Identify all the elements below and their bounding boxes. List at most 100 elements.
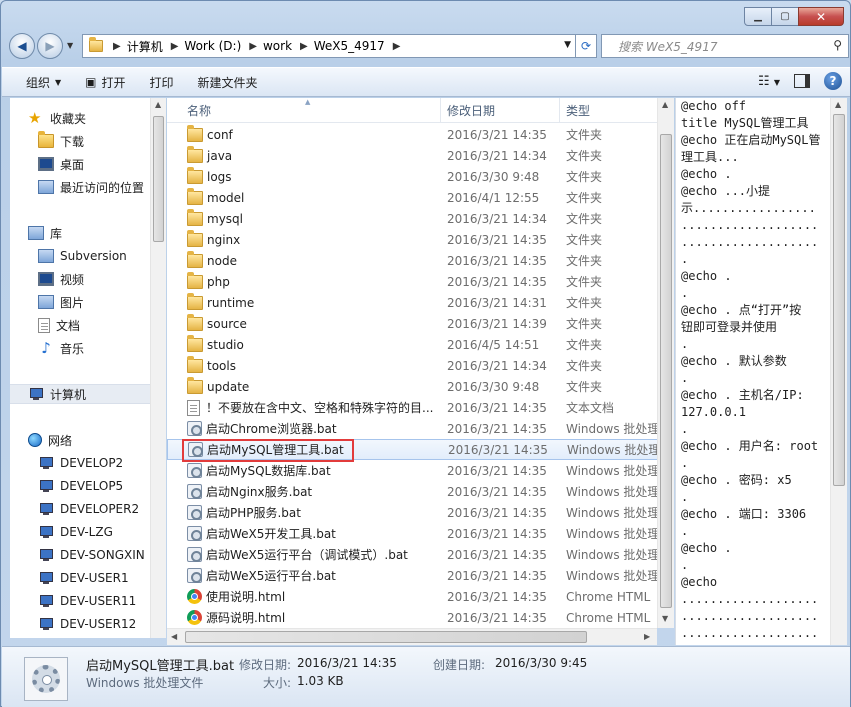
scroll-up-icon[interactable]: ▲ (662, 100, 668, 109)
preview-pane-icon[interactable] (794, 74, 810, 88)
file-row[interactable]: tools 2016/3/21 14:34 文件夹 (167, 355, 657, 376)
file-name-cell[interactable]: 启动Chrome浏览器.bat (187, 420, 337, 437)
file-name-cell[interactable]: ！不要放在含中文、空格和特殊字符的目... (187, 399, 433, 416)
file-name-cell[interactable]: 启动WeX5运行平台.bat (187, 567, 336, 584)
nav-computer[interactable]: 计算机 (10, 384, 150, 404)
nav-network-computer[interactable]: DEVELOP5 (10, 476, 123, 496)
scroll-up-icon[interactable]: ▲ (835, 100, 841, 109)
nav-music[interactable]: ♪ 音乐 (10, 338, 84, 358)
file-name-cell[interactable]: nginx (187, 229, 240, 247)
file-name-cell[interactable]: tools (187, 355, 236, 373)
file-name-cell[interactable]: node (187, 250, 237, 268)
new-folder-button[interactable]: 新建文件夹 (186, 71, 270, 93)
nav-network-computer[interactable]: DEV-USER11 (10, 591, 136, 611)
open-button[interactable]: ▣ 打开 (73, 71, 137, 93)
file-row[interactable]: 源码说明.html 2016/3/21 14:35 Chrome HTML (167, 607, 657, 628)
chevron-right-icon[interactable]: ▶ (300, 41, 308, 52)
print-button[interactable]: 打印 (138, 71, 186, 93)
nav-network-computer[interactable]: DEV-USER13 (10, 637, 136, 638)
organize-button[interactable]: 组织 ▼ (2, 71, 73, 93)
chevron-right-icon[interactable]: ▶ (171, 41, 179, 52)
file-row[interactable]: conf 2016/3/21 14:35 文件夹 (167, 124, 657, 145)
chevron-right-icon[interactable]: ▶ (393, 41, 401, 52)
file-name-cell[interactable]: 启动MySQL管理工具.bat (188, 441, 344, 458)
file-row[interactable]: 启动Nginx服务.bat 2016/3/21 14:35 Windows 批处理 (167, 481, 657, 502)
file-row[interactable]: 启动WeX5运行平台.bat 2016/3/21 14:35 Windows 批处理 (167, 565, 657, 586)
file-row[interactable]: logs 2016/3/30 9:48 文件夹 (167, 166, 657, 187)
forward-button[interactable]: ▶ (37, 33, 63, 59)
breadcrumb-wex5[interactable]: WeX5_4917 ▶ (314, 39, 401, 53)
file-row[interactable]: 使用说明.html 2016/3/21 14:35 Chrome HTML (167, 586, 657, 607)
nav-documents[interactable]: 文档 (10, 315, 80, 335)
file-name-cell[interactable]: conf (187, 124, 233, 142)
scrollbar-thumb[interactable] (833, 114, 845, 486)
nav-network-computer[interactable]: DEV-LZG (10, 522, 113, 542)
file-row[interactable]: java 2016/3/21 14:34 文件夹 (167, 145, 657, 166)
scrollbar-thumb[interactable] (660, 134, 672, 608)
column-name[interactable]: 名称 (181, 98, 441, 123)
file-name-cell[interactable]: 启动PHP服务.bat (187, 504, 301, 521)
nav-network[interactable]: 网络 (10, 430, 72, 450)
file-name-cell[interactable]: 源码说明.html (187, 609, 285, 626)
file-row[interactable]: update 2016/3/30 9:48 文件夹 (167, 376, 657, 397)
change-view-icon[interactable]: ☷ ▼ (758, 74, 780, 89)
file-row[interactable]: 启动MySQL数据库.bat 2016/3/21 14:35 Windows 批处理 (167, 460, 657, 481)
file-row[interactable]: nginx 2016/3/21 14:35 文件夹 (167, 229, 657, 250)
nav-favorites[interactable]: ★ 收藏夹 (10, 108, 86, 128)
close-button[interactable]: ✕ (798, 7, 844, 26)
nav-network-computer[interactable]: DEVELOP2 (10, 453, 123, 473)
breadcrumb-drive[interactable]: Work (D:) ▶ (184, 39, 257, 53)
file-row[interactable]: 启动WeX5运行平台（调试模式）.bat 2016/3/21 14:35 Windo… (167, 544, 657, 565)
file-row[interactable]: 启动Chrome浏览器.bat 2016/3/21 14:35 Windows 批处… (167, 418, 657, 439)
breadcrumb-computer[interactable]: 计算机 ▶ (127, 38, 179, 55)
file-name-cell[interactable]: 启动Nginx服务.bat (187, 483, 312, 500)
file-row[interactable]: source 2016/3/21 14:39 文件夹 (167, 313, 657, 334)
scroll-right-icon[interactable]: ▶ (644, 632, 650, 641)
recent-pages-dropdown[interactable]: ▼ (67, 41, 73, 50)
nav-subversion[interactable]: Subversion (10, 246, 127, 266)
file-list-hscrollbar[interactable]: ◀ ▶ (167, 628, 657, 645)
column-date[interactable]: 修改日期 (441, 98, 560, 123)
address-chevron[interactable]: ▶ (113, 41, 121, 52)
search-box[interactable]: 搜索 WeX5_4917 ⚲ (601, 34, 849, 58)
file-name-cell[interactable]: runtime (187, 292, 254, 310)
nav-network-computer[interactable]: DEV-USER1 (10, 568, 129, 588)
file-name-cell[interactable]: source (187, 313, 247, 331)
minimize-button[interactable]: ▁ (744, 7, 772, 26)
file-name-cell[interactable]: 使用说明.html (187, 588, 285, 605)
file-row[interactable]: model 2016/4/1 12:55 文件夹 (167, 187, 657, 208)
nav-downloads[interactable]: 下载 (10, 131, 84, 151)
preview-scrollbar[interactable]: ▲ (830, 98, 847, 645)
file-row[interactable]: 启动MySQL管理工具.bat 2016/3/21 14:35 Windows 批处… (167, 439, 657, 460)
scroll-down-icon[interactable]: ▼ (662, 614, 668, 623)
file-name-cell[interactable]: studio (187, 334, 244, 352)
file-name-cell[interactable]: 启动WeX5运行平台（调试模式）.bat (187, 546, 408, 563)
file-name-cell[interactable]: 启动WeX5开发工具.bat (187, 525, 336, 542)
breadcrumb-work[interactable]: work ▶ (263, 39, 308, 53)
column-type[interactable]: 类型 (560, 98, 657, 123)
search-icon[interactable]: ⚲ (833, 38, 842, 52)
file-name-cell[interactable]: logs (187, 166, 232, 184)
file-name-cell[interactable]: mysql (187, 208, 243, 226)
nav-desktop[interactable]: 桌面 (10, 154, 84, 174)
file-name-cell[interactable]: java (187, 145, 232, 163)
scroll-up-icon[interactable]: ▲ (155, 100, 161, 109)
file-list-vscrollbar[interactable]: ▲ ▼ (657, 98, 674, 628)
scrollbar-thumb[interactable] (153, 116, 164, 242)
maximize-button[interactable]: ▢ (771, 7, 799, 26)
file-row[interactable]: php 2016/3/21 14:35 文件夹 (167, 271, 657, 292)
back-button[interactable]: ◀ (9, 33, 35, 59)
address-dropdown-icon[interactable]: ▼ (564, 40, 571, 50)
file-name-cell[interactable]: model (187, 187, 244, 205)
nav-pictures[interactable]: 图片 (10, 292, 84, 312)
nav-recent[interactable]: 最近访问的位置 (10, 177, 144, 197)
nav-network-computer[interactable]: DEV-SONGXIN (10, 545, 145, 565)
file-name-cell[interactable]: php (187, 271, 230, 289)
nav-network-computer[interactable]: DEV-USER12 (10, 614, 136, 634)
file-name-cell[interactable]: update (187, 376, 249, 394)
refresh-button[interactable]: ⟳ (575, 34, 597, 58)
nav-network-computer[interactable]: DEVELOPER2 (10, 499, 139, 519)
file-row[interactable]: runtime 2016/3/21 14:31 文件夹 (167, 292, 657, 313)
nav-libraries[interactable]: 库 (10, 223, 62, 243)
help-icon[interactable]: ? (824, 72, 842, 90)
